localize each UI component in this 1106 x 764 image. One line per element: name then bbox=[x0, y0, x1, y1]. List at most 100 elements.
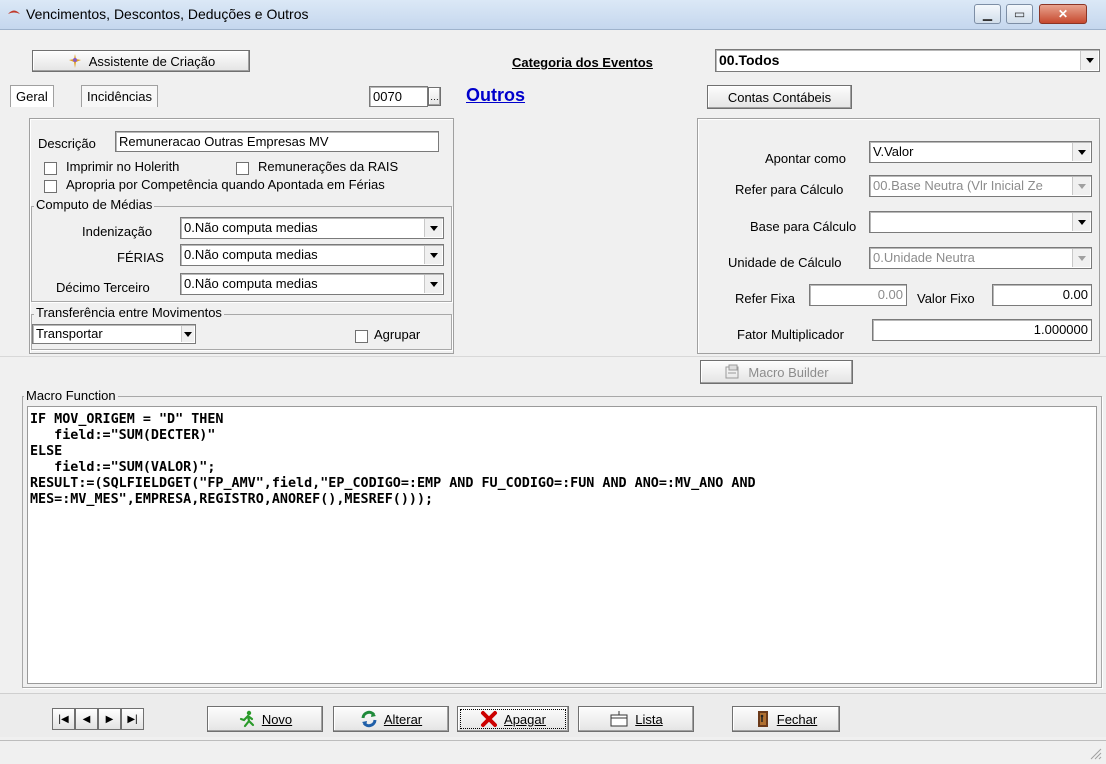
chevron-down-icon[interactable] bbox=[1072, 143, 1090, 161]
chevron-down-icon[interactable] bbox=[424, 219, 442, 237]
first-icon: |◀ bbox=[58, 713, 69, 725]
next-icon: ▶ bbox=[105, 713, 114, 725]
delete-x-icon bbox=[481, 711, 498, 727]
macro-code-text: IF MOV_ORIGEM = "D" THEN field:="SUM(DEC… bbox=[30, 412, 756, 507]
macro-builder-icon bbox=[725, 364, 739, 379]
next-record-button[interactable]: ▶ bbox=[98, 708, 121, 730]
remuneracoes-rais-label: Remunerações da RAIS bbox=[258, 159, 399, 174]
maximize-button[interactable]: ▭ bbox=[1006, 4, 1033, 24]
ferias-value: 0.Não computa medias bbox=[184, 247, 318, 262]
base-calculo-label: Base para Cálculo bbox=[750, 219, 857, 234]
first-record-button[interactable]: |◀ bbox=[52, 708, 75, 730]
novo-button[interactable]: Novo bbox=[207, 706, 323, 732]
agrupar-checkbox[interactable] bbox=[355, 330, 368, 343]
resize-grip-icon[interactable] bbox=[1088, 746, 1102, 760]
list-window-icon bbox=[610, 711, 628, 727]
contas-contabeis-button[interactable]: Contas Contábeis bbox=[707, 85, 852, 109]
close-button[interactable]: ✕ bbox=[1039, 4, 1087, 24]
category-value: 00.Todos bbox=[719, 52, 780, 68]
ellipsis-icon: … bbox=[430, 91, 439, 102]
agrupar-label: Agrupar bbox=[374, 327, 421, 342]
wizard-button[interactable]: Assistente de Criação bbox=[32, 50, 250, 72]
app-icon bbox=[8, 10, 20, 14]
macro-builder-button[interactable]: Macro Builder bbox=[700, 360, 853, 384]
chevron-down-icon[interactable] bbox=[424, 275, 442, 293]
apagar-button[interactable]: Apagar bbox=[457, 706, 569, 732]
imprimir-holerith-label: Imprimir no Holerith bbox=[66, 159, 180, 174]
prev-icon: ◀ bbox=[82, 713, 91, 725]
apagar-label: Apagar bbox=[504, 711, 546, 727]
chevron-down-icon[interactable] bbox=[1072, 249, 1090, 267]
alterar-button[interactable]: Alterar bbox=[333, 706, 449, 732]
descricao-field[interactable]: Remuneracao Outras Empresas MV bbox=[115, 131, 439, 152]
tab-geral[interactable]: Geral bbox=[10, 85, 54, 107]
apontar-select[interactable]: V.Valor bbox=[869, 141, 1092, 163]
unidade-calculo-select[interactable]: 0.Unidade Neutra bbox=[869, 247, 1092, 269]
window-title: Vencimentos, Descontos, Deduções e Outro… bbox=[26, 6, 309, 22]
macro-builder-bar bbox=[0, 356, 1106, 386]
fator-multiplicador-label: Fator Multiplicador bbox=[737, 327, 844, 342]
indenizacao-select[interactable]: 0.Não computa medias bbox=[180, 217, 444, 239]
chevron-down-icon[interactable] bbox=[1072, 177, 1090, 195]
wizard-icon bbox=[68, 54, 81, 68]
apropria-checkbox[interactable] bbox=[44, 180, 57, 193]
refer-calculo-select[interactable]: 00.Base Neutra (Vlr Inicial Ze bbox=[869, 175, 1092, 197]
transferencia-select[interactable]: Transportar bbox=[32, 324, 196, 344]
macro-function-title: Macro Function bbox=[24, 388, 118, 403]
fator-multiplicador-field[interactable]: 1.000000 bbox=[872, 319, 1092, 341]
refresh-icon bbox=[361, 710, 377, 728]
ferias-select[interactable]: 0.Não computa medias bbox=[180, 244, 444, 266]
title-bar: Vencimentos, Descontos, Deduções e Outro… bbox=[0, 0, 1106, 30]
indenizacao-label: Indenização bbox=[82, 224, 153, 239]
event-code-field[interactable]: 0070 bbox=[369, 86, 428, 107]
lista-label: Lista bbox=[635, 711, 663, 727]
apontar-value: V.Valor bbox=[873, 144, 914, 159]
lista-button[interactable]: Lista bbox=[578, 706, 694, 732]
valor-fixo-label: Valor Fixo bbox=[917, 291, 975, 306]
event-code-lookup-button[interactable]: … bbox=[428, 87, 441, 106]
fechar-label: Fechar bbox=[776, 711, 818, 727]
novo-label: Novo bbox=[261, 711, 293, 727]
decimo-terceiro-label: Décimo Terceiro bbox=[56, 280, 150, 295]
refer-calculo-label: Refer para Cálculo bbox=[735, 182, 844, 197]
base-calculo-select[interactable] bbox=[869, 211, 1092, 233]
exit-door-icon bbox=[757, 711, 768, 727]
fechar-button[interactable]: Fechar bbox=[732, 706, 840, 732]
chevron-down-icon[interactable] bbox=[1072, 213, 1090, 231]
valor-fixo-field[interactable]: 0.00 bbox=[992, 284, 1092, 306]
decimo-terceiro-select[interactable]: 0.Não computa medias bbox=[180, 273, 444, 295]
chevron-down-icon[interactable] bbox=[424, 246, 442, 264]
refer-calculo-value: 00.Base Neutra (Vlr Inicial Ze bbox=[873, 178, 1043, 193]
close-icon: ✕ bbox=[1057, 7, 1069, 21]
descricao-label: Descrição bbox=[38, 136, 96, 151]
chevron-down-icon[interactable] bbox=[1080, 51, 1098, 70]
remuneracoes-rais-checkbox[interactable] bbox=[236, 162, 249, 175]
wizard-label: Assistente de Criação bbox=[88, 53, 216, 69]
apontar-label: Apontar como bbox=[765, 151, 846, 166]
contas-contabeis-label: Contas Contábeis bbox=[727, 89, 832, 105]
last-icon: ▶| bbox=[127, 713, 138, 725]
macro-builder-label: Macro Builder bbox=[748, 364, 829, 380]
ferias-label: FÉRIAS bbox=[117, 250, 164, 265]
transferencia-title: Transferência entre Movimentos bbox=[34, 305, 224, 320]
last-record-button[interactable]: ▶| bbox=[121, 708, 144, 730]
refer-fixa-label: Refer Fixa bbox=[735, 291, 795, 306]
tab-incidencias[interactable]: Incidências bbox=[81, 85, 159, 107]
prev-record-button[interactable]: ◀ bbox=[75, 708, 98, 730]
transferencia-value: Transportar bbox=[36, 326, 103, 341]
macro-code-editor[interactable]: IF MOV_ORIGEM = "D" THEN field:="SUM(DEC… bbox=[27, 406, 1097, 684]
apropria-label: Apropria por Competência quando Apontada… bbox=[66, 177, 385, 192]
imprimir-holerith-checkbox[interactable] bbox=[44, 162, 57, 175]
alterar-label: Alterar bbox=[383, 711, 423, 727]
category-select[interactable]: 00.Todos bbox=[715, 49, 1100, 72]
minimize-icon: ▁ bbox=[982, 7, 993, 21]
unidade-calculo-label: Unidade de Cálculo bbox=[728, 255, 842, 270]
maximize-icon: ▭ bbox=[1013, 7, 1026, 21]
computo-medias-title: Computo de Médias bbox=[34, 197, 155, 212]
status-bar bbox=[0, 740, 1106, 764]
indenizacao-value: 0.Não computa medias bbox=[184, 220, 318, 235]
refer-fixa-field[interactable]: 0.00 bbox=[809, 284, 907, 306]
chevron-down-icon[interactable] bbox=[181, 326, 194, 342]
event-name-link[interactable]: Outros bbox=[466, 85, 525, 106]
minimize-button[interactable]: ▁ bbox=[974, 4, 1001, 24]
